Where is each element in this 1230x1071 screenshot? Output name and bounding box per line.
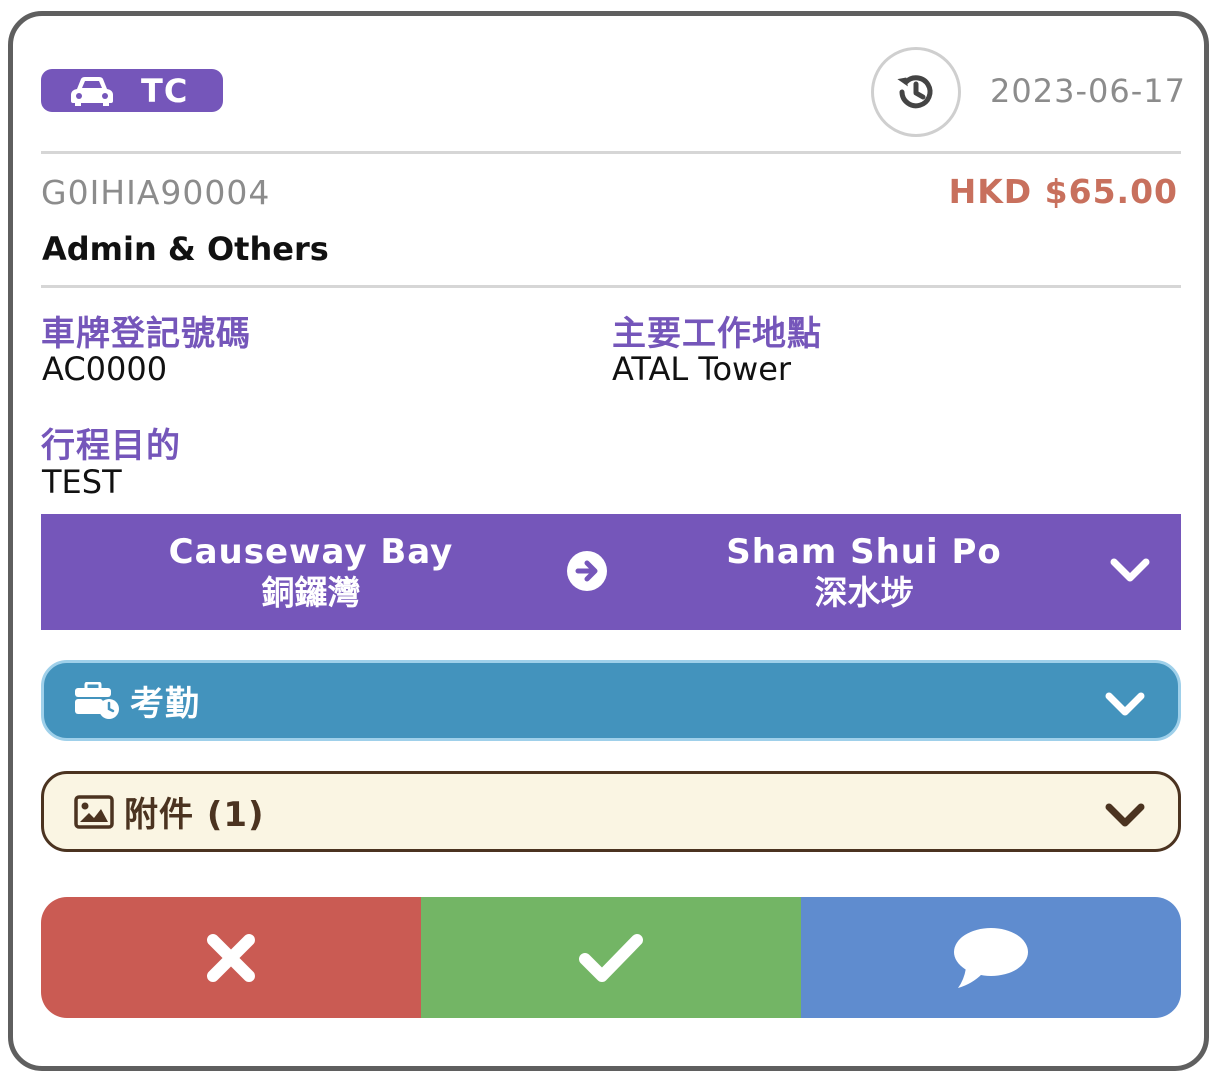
arrow-right-circle-icon (567, 551, 607, 591)
attendance-label: 考勤 (130, 684, 200, 724)
check-icon (579, 933, 643, 982)
location-value: ATAL Tower (612, 350, 792, 388)
transport-type-badge: TC (41, 69, 223, 112)
comment-button[interactable] (801, 897, 1181, 1018)
attachments-label: 附件 (1) (124, 795, 265, 835)
route-to: Sham Shui Po 深水埗 (654, 532, 1074, 614)
purpose-value: TEST (42, 463, 122, 501)
route-bar[interactable]: Causeway Bay 銅鑼灣 Sham Shui Po 深水埗 (41, 514, 1181, 630)
close-icon (207, 933, 255, 982)
chevron-down-icon[interactable] (1104, 801, 1146, 829)
chevron-down-icon[interactable] (1104, 690, 1146, 718)
claim-amount: HKD $65.00 (948, 172, 1178, 211)
plate-value: AC0000 (42, 350, 168, 388)
badge-label: TC (141, 71, 189, 110)
claim-code: G0IHIA90004 (41, 173, 271, 212)
plate-label: 車牌登記號碼 (41, 314, 251, 354)
route-from: Causeway Bay 銅鑼灣 (101, 532, 521, 614)
route-to-en: Sham Shui Po (726, 532, 1002, 572)
comment-icon (954, 927, 1028, 988)
briefcase-clock-icon (75, 681, 119, 719)
attendance-section[interactable]: 考勤 (41, 660, 1181, 741)
history-button[interactable] (871, 47, 961, 137)
divider (41, 285, 1181, 288)
approve-button[interactable] (421, 897, 801, 1018)
attachments-section[interactable]: 附件 (1) (41, 771, 1181, 852)
claim-category: Admin & Others (42, 230, 329, 268)
car-icon (71, 76, 113, 106)
chevron-down-icon[interactable] (1109, 556, 1151, 584)
claim-date: 2023-06-17 (990, 72, 1186, 110)
location-label: 主要工作地點 (612, 314, 822, 354)
image-icon (74, 794, 114, 829)
purpose-label: 行程目的 (41, 426, 181, 466)
action-buttons (41, 897, 1181, 1018)
route-from-zh: 銅鑼灣 (261, 573, 361, 612)
reject-button[interactable] (41, 897, 421, 1018)
divider (41, 151, 1181, 154)
history-icon (897, 75, 933, 109)
route-to-zh: 深水埗 (814, 573, 914, 612)
route-from-en: Causeway Bay (168, 532, 454, 572)
